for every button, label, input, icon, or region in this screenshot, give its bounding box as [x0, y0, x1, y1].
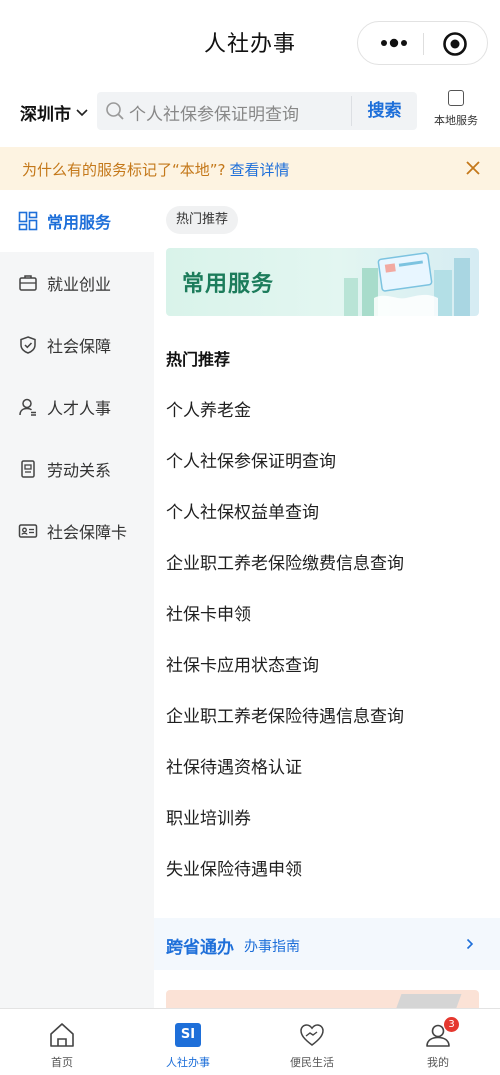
search-input[interactable]: 个人社保参保证明查询 [129, 100, 299, 125]
sidebar-item-label: 社会保障卡 [47, 523, 128, 542]
person-icon [19, 398, 36, 416]
promo-banner[interactable] [166, 990, 479, 1010]
cross-province-subtitle: 办事指南 [244, 939, 300, 955]
service-item-rights-statement[interactable]: 个人社保权益单查询 [166, 498, 486, 528]
tab-label: 我的 [427, 1056, 449, 1069]
tab-home[interactable]: 首页 [12, 1009, 112, 1075]
close-icon[interactable] [464, 159, 482, 177]
grid-icon [18, 211, 38, 231]
local-service-toggle[interactable]: 本地服务 [426, 88, 486, 132]
hot-recommend-tag[interactable]: 热门推荐 [166, 206, 239, 234]
tab-label: 人社办事 [166, 1056, 210, 1069]
notice-text-wrap: 为什么有的服务标记了“本地”? 查看详情 [22, 159, 290, 180]
service-item-pension-payment-query[interactable]: 企业职工养老保险缴费信息查询 [166, 549, 486, 579]
banner-illustration-icon [344, 252, 470, 316]
cross-province-guide[interactable]: 跨省通办 办事指南 [154, 918, 500, 970]
chevron-down-icon [76, 108, 88, 116]
home-icon [50, 1023, 74, 1047]
banner-title: 常用服务 [182, 272, 275, 297]
close-miniprogram-icon[interactable] [442, 31, 468, 57]
service-item-eligibility-auth[interactable]: 社保待遇资格认证 [166, 753, 486, 783]
service-item-pension-benefit-query[interactable]: 企业职工养老保险待遇信息查询 [166, 702, 486, 732]
service-item-insurance-certificate[interactable]: 个人社保参保证明查询 [166, 447, 486, 477]
sidebar: 常用服务 就业创业 社会保障 人才人事 劳动关系 社会保障卡 [0, 190, 154, 1010]
sidebar-item-label: 劳动关系 [47, 461, 112, 480]
common-services-banner: 常用服务 [166, 248, 479, 316]
tab-hr-services[interactable]: SI 人社办事 [138, 1009, 238, 1075]
local-service-checkbox[interactable] [448, 90, 464, 106]
sidebar-item-social-security[interactable]: 社会保障 [0, 314, 154, 376]
bottom-tab-bar: 首页 SI 人社办事 便民生活 3 我的 [0, 1008, 500, 1075]
service-item-training-voucher[interactable]: 职业培训券 [166, 804, 486, 834]
city-label: 深圳市 [20, 105, 71, 125]
shield-icon [20, 336, 36, 354]
header: 人社办事 [0, 0, 500, 86]
notice-text: 为什么有的服务标记了“本地”? [22, 161, 226, 179]
sidebar-item-labor-relations[interactable]: 劳动关系 [0, 438, 154, 500]
heart-hand-icon [300, 1024, 324, 1046]
cross-province-title: 跨省通办 [166, 938, 234, 958]
sidebar-item-social-security-card[interactable]: 社会保障卡 [0, 500, 154, 562]
notification-badge: 3 [444, 1017, 459, 1032]
sidebar-item-label: 常用服务 [47, 213, 112, 232]
search-button[interactable]: 搜索 [352, 92, 417, 130]
capsule-divider [423, 33, 424, 55]
notice-bar: 为什么有的服务标记了“本地”? 查看详情 [0, 147, 500, 190]
sidebar-item-common-services[interactable]: 常用服务 [0, 190, 154, 252]
service-item-personal-pension[interactable]: 个人养老金 [166, 396, 486, 426]
search-icon [106, 102, 124, 120]
si-icon: SI [175, 1023, 201, 1047]
tab-label: 首页 [51, 1056, 73, 1069]
sidebar-item-label: 人才人事 [47, 399, 112, 418]
service-item-card-application[interactable]: 社保卡申领 [166, 600, 486, 630]
sidebar-item-label: 就业创业 [47, 275, 112, 294]
service-item-card-status[interactable]: 社保卡应用状态查询 [166, 651, 486, 681]
briefcase-icon [19, 275, 37, 291]
city-selector[interactable]: 深圳市 [20, 100, 88, 125]
document-icon [21, 460, 35, 478]
main-content: 热门推荐 常用服务 热门推荐 个人养老金 个人社保参保证明查询 个人社保权益单查… [154, 190, 500, 1010]
tab-label: 便民生活 [290, 1056, 334, 1069]
more-icon[interactable] [376, 31, 412, 55]
tab-mine[interactable]: 3 我的 [388, 1009, 488, 1075]
id-card-icon [18, 524, 38, 538]
service-item-unemployment-claim[interactable]: 失业保险待遇申领 [166, 855, 486, 885]
sidebar-item-label: 社会保障 [47, 337, 112, 356]
section-title: 热门推荐 [166, 350, 231, 369]
tab-convenience-life[interactable]: 便民生活 [262, 1009, 362, 1075]
search-row: 深圳市 个人社保参保证明查询 搜索 本地服务 [0, 88, 500, 136]
notice-details-link[interactable]: 查看详情 [230, 161, 290, 179]
mini-program-capsule [357, 21, 488, 65]
chevron-right-icon [466, 938, 474, 950]
sidebar-item-employment[interactable]: 就业创业 [0, 252, 154, 314]
search-box: 个人社保参保证明查询 搜索 [97, 92, 417, 130]
local-service-label: 本地服务 [434, 114, 478, 127]
sidebar-item-talent-personnel[interactable]: 人才人事 [0, 376, 154, 438]
